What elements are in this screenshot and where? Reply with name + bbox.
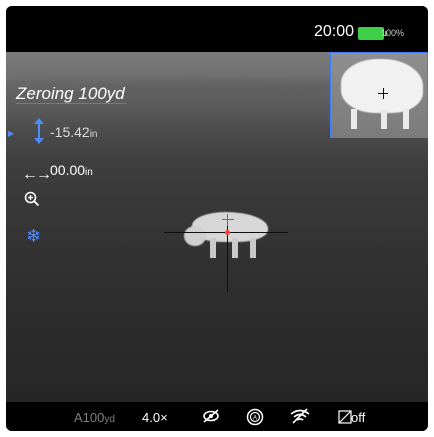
recording-state: off [351,410,366,425]
device-screen: 20:00 100% Zeroing 100yd ▸ -15.42in ←→ 0… [6,6,428,431]
vertical-offset-value: -15.42in [50,124,98,140]
zero-point-marker-v [227,214,228,226]
pip-animal-leg [351,109,357,129]
pip-animal [341,59,423,113]
vertical-adjust-icon[interactable] [34,118,44,144]
horizontal-adjust-icon[interactable]: ←→ [22,166,52,184]
range-value: A100 [74,410,105,425]
target-animal [184,208,268,258]
horizontal-offset-unit: in [85,167,93,178]
a-mode-icon[interactable]: A [246,408,264,426]
battery-percent: 100% [380,28,404,38]
title-underline [16,103,126,104]
animal-head [184,226,206,246]
snowflake-icon[interactable]: ❄ [26,226,41,247]
pip-reticle-v [383,88,384,99]
clock: 20:00 [313,23,354,40]
pip-animal-leg [381,109,387,129]
svg-text:A: A [253,416,257,422]
animal-leg [232,238,238,258]
zero-point-marker-h [222,219,234,220]
status-bar: 20:00 100% [6,6,428,52]
wifi-off-icon[interactable] [289,408,311,424]
bottom-status-bar: A100yd 4.0× A off [6,402,428,431]
zeroing-title: Zeroing 100yd [16,84,125,103]
pip-window [330,52,428,138]
animal-leg [210,238,216,258]
chevron-right-icon[interactable]: ▸ [8,126,14,140]
horizontal-offset-number: 00.00 [50,162,86,178]
range-indicator[interactable]: A100yd [74,410,115,425]
range-unit: yd [104,414,115,425]
animal-leg [250,238,256,258]
recording-off-icon[interactable] [338,410,352,424]
zoom-in-icon[interactable] [24,191,40,207]
horizontal-offset-value: 00.00in [50,162,93,178]
zoom-level[interactable]: 4.0× [142,410,168,425]
vertical-offset-number: -15.42 [50,124,90,140]
vertical-offset-unit: in [89,129,98,140]
pip-animal-leg [403,109,409,129]
arrow-down-icon [34,138,44,144]
eye-off-icon[interactable] [201,408,221,424]
reticle-center-dot [225,230,230,235]
